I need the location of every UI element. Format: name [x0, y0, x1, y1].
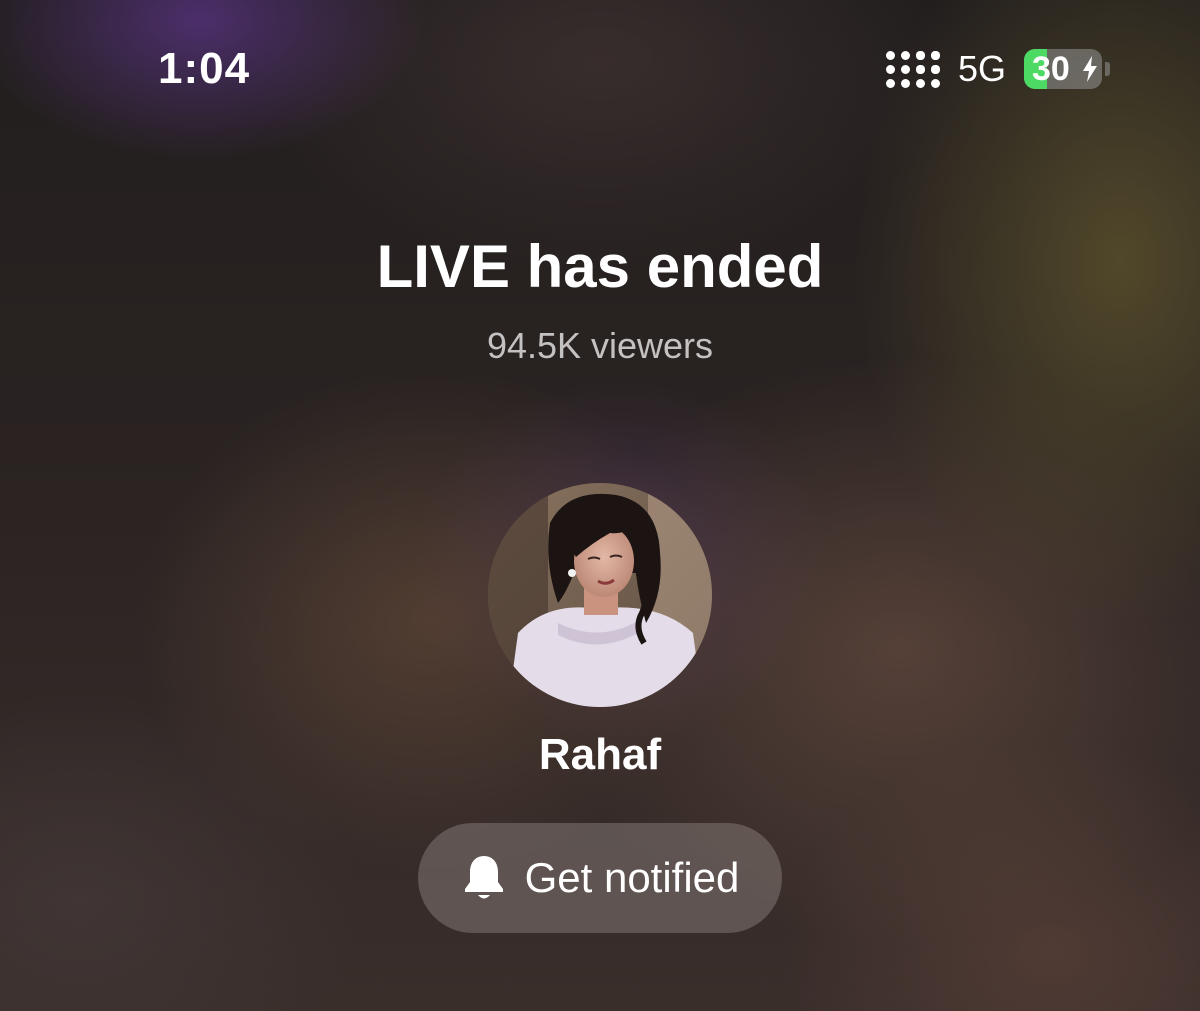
- get-notified-label: Get notified: [524, 854, 740, 901]
- viewer-count: 94.5K viewers: [486, 325, 714, 366]
- status-indicators: 5G 30: [885, 46, 1110, 92]
- get-notified-button[interactable]: Get notified: [418, 823, 782, 933]
- status-time: 1:04: [158, 44, 251, 93]
- live-ended-title: LIVE has ended: [376, 233, 824, 300]
- signal-bars-icon: [885, 50, 940, 88]
- avatar[interactable]: [488, 483, 712, 707]
- battery-nub: [1105, 62, 1110, 76]
- battery-percent: 30: [1032, 50, 1070, 88]
- bell-icon: [464, 856, 503, 899]
- host-username[interactable]: Rahaf: [0, 730, 1200, 780]
- profile-photo: [488, 483, 712, 707]
- network-type: 5G: [957, 48, 1006, 89]
- battery-indicator: 30: [1024, 49, 1110, 89]
- bolt-icon: [1083, 56, 1097, 82]
- live-ended-screen: 1:04 5G 30 LIVE has ended 94.5K viewers: [0, 0, 1200, 1011]
